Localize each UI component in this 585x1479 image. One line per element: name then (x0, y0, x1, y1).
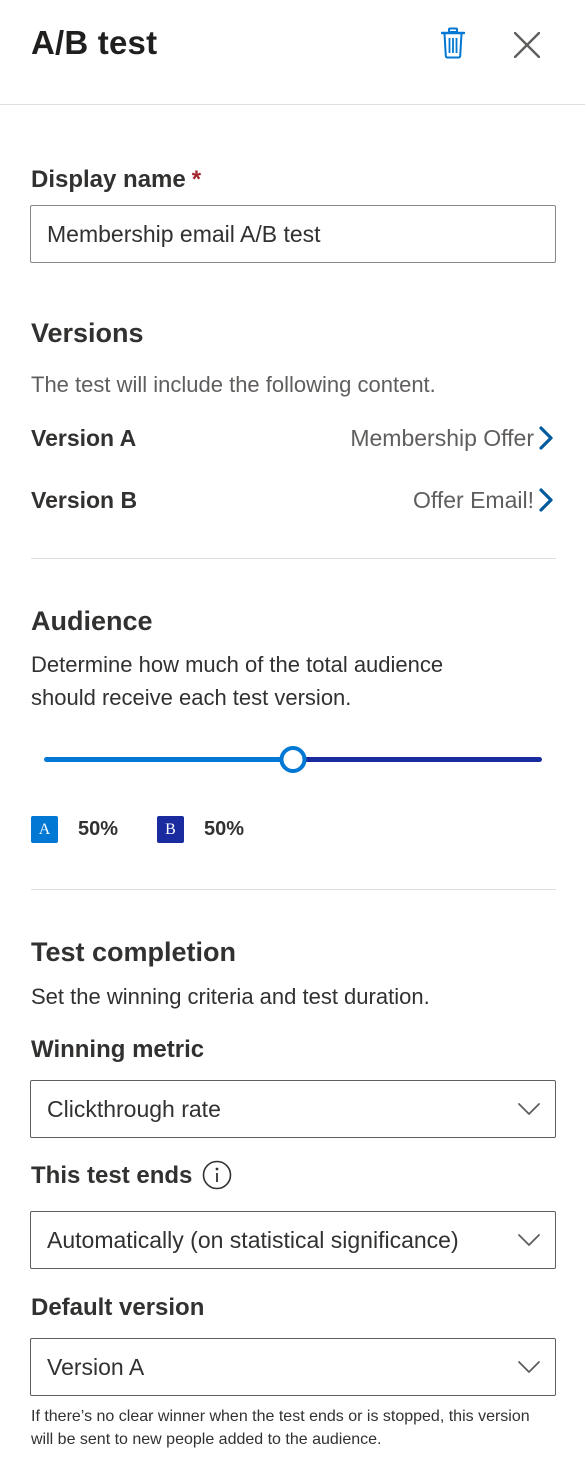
close-button[interactable] (508, 26, 546, 64)
audience-split-slider[interactable] (44, 744, 542, 776)
version-b-row: Version B Offer Email! (31, 483, 555, 517)
audience-description-line1: Determine how much of the total audience (31, 652, 444, 677)
version-a-label: Version A (31, 424, 137, 451)
chevron-right-icon (539, 488, 553, 512)
panel-title: A/B test (31, 24, 158, 61)
version-b-percent: 50% (204, 818, 245, 840)
display-name-label: Display name * (31, 166, 201, 194)
default-version-footnote: If there’s no clear winner when the test… (31, 1408, 530, 1448)
info-icon[interactable] (202, 1160, 232, 1190)
versions-title: Versions (31, 318, 144, 348)
winning-metric-dropdown[interactable]: Clickthrough rate (30, 1080, 556, 1138)
test-ends-value: Automatically (on statistical significan… (47, 1226, 459, 1253)
test-completion-title: Test completion (31, 937, 237, 967)
chevron-down-icon (518, 1234, 540, 1246)
winning-metric-label: Winning metric (31, 1036, 205, 1063)
version-b-label: Version B (31, 486, 138, 513)
legend-b: B 50% (157, 816, 244, 843)
default-version-dropdown[interactable]: Version A (30, 1338, 556, 1396)
audience-title: Audience (31, 606, 153, 636)
version-a-row: Version A Membership Offer (31, 421, 555, 455)
test-completion-description: Set the winning criteria and test durati… (31, 984, 430, 1009)
trash-icon (441, 27, 465, 59)
chevron-right-icon (539, 426, 553, 450)
test-ends-dropdown[interactable]: Automatically (on statistical significan… (30, 1211, 556, 1269)
test-ends-label: This test ends (31, 1162, 193, 1189)
panel-header: A/B test (0, 0, 585, 105)
required-marker: * (191, 166, 202, 193)
display-name-field-wrapper (30, 205, 556, 263)
winning-metric-value: Clickthrough rate (47, 1095, 221, 1122)
section-divider (31, 889, 556, 890)
display-name-label-text: Display name (31, 166, 186, 193)
slider-track-b (293, 757, 542, 762)
versions-description: The test will include the following cont… (31, 372, 436, 397)
section-divider (31, 558, 556, 559)
default-version-value: Version A (47, 1353, 145, 1380)
version-b-badge: B (157, 816, 184, 843)
slider-thumb[interactable] (279, 746, 307, 773)
display-name-input[interactable] (31, 206, 555, 262)
default-version-label: Default version (31, 1294, 205, 1321)
delete-button[interactable] (436, 24, 470, 62)
audience-description-line2: should receive each test version. (31, 685, 352, 710)
version-a-badge: A (31, 816, 58, 843)
version-b-link[interactable]: Offer Email! (413, 487, 555, 514)
version-b-value: Offer Email! (413, 486, 534, 513)
chevron-down-icon (518, 1103, 540, 1115)
version-a-value: Membership Offer (350, 424, 534, 451)
slider-track-a (44, 757, 293, 762)
legend-a: A 50% (31, 816, 118, 843)
version-a-link[interactable]: Membership Offer (350, 425, 555, 452)
close-icon (514, 32, 540, 58)
version-a-percent: 50% (78, 818, 119, 840)
chevron-down-icon (518, 1361, 540, 1373)
